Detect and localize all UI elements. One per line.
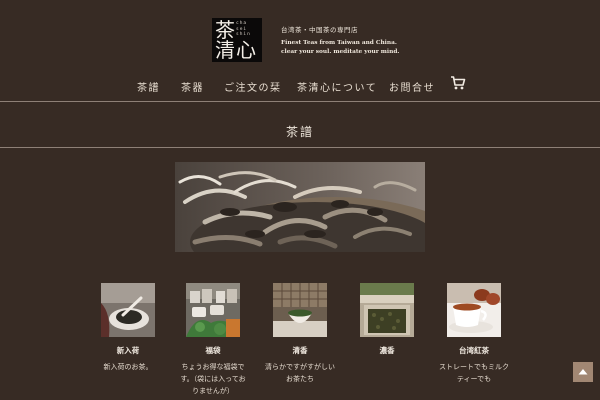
category-rich-fragrance[interactable]: 濃香 xyxy=(357,283,417,356)
tagline-english-line2: clear your soul. meditate your mind. xyxy=(281,49,400,55)
category-thumbnail[interactable] xyxy=(101,283,155,337)
category-thumbnail[interactable] xyxy=(447,283,501,337)
main-nav: 茶譜 茶器 ご注文の栞 茶清心について お問合せ xyxy=(0,79,600,94)
nav-item-contact[interactable]: お問合せ xyxy=(389,79,435,94)
category-desc-line: 新入荷のお茶。 xyxy=(103,363,153,371)
nav-item-tea-menu[interactable]: 茶譜 xyxy=(137,79,160,94)
category-description: ストレートでもミルク ティーでも xyxy=(434,361,514,385)
hero-tea-image xyxy=(175,162,425,252)
category-description: ちょうお得な福袋で す。（袋には入ってお りませんが） xyxy=(169,361,257,397)
category-desc-line: す。（袋には入ってお xyxy=(180,375,246,383)
category-thumbnail[interactable] xyxy=(360,283,414,337)
divider-top xyxy=(0,101,600,102)
logo-kanji-sei: 清 xyxy=(215,38,235,62)
category-desc-line: お茶たち xyxy=(286,375,314,383)
category-taiwan-black-tea[interactable]: 台湾紅茶 ストレートでもミルク ティーでも xyxy=(439,283,509,383)
category-desc-line: りませんが） xyxy=(192,387,234,395)
category-desc-line: ストレートでもミルク xyxy=(439,363,509,371)
category-name: 新入荷 xyxy=(116,346,140,355)
logo-kanji-shin: 心 xyxy=(236,38,256,62)
logo-kanji-cha: 茶 xyxy=(215,18,235,42)
nav-item-order-guide[interactable]: ご注文の栞 xyxy=(224,79,282,94)
site-logo[interactable]: 茶 清 心 cha sei shin xyxy=(212,18,262,62)
category-lucky-bag[interactable]: 福袋 ちょうお得な福袋で す。（袋には入ってお りませんが） xyxy=(180,283,246,395)
category-name: 濃香 xyxy=(379,346,395,355)
category-name: 福袋 xyxy=(205,346,221,355)
logo-romaji: cha sei shin xyxy=(236,21,251,37)
category-name: 清香 xyxy=(292,346,308,355)
tagline-japanese: 台湾茶・中国茶の専門店 xyxy=(281,26,358,34)
category-thumbnail[interactable] xyxy=(186,283,240,337)
category-desc-line: ちょうお得な福袋で xyxy=(181,363,245,371)
arrow-up-icon xyxy=(578,369,588,375)
back-to-top-button[interactable] xyxy=(573,362,593,382)
tagline-english-line1: Finest Teas from Taiwan and China. xyxy=(281,40,397,46)
category-desc-line: 清らかですがすがしい xyxy=(265,363,335,371)
category-light-fragrance[interactable]: 清香 清らかですがすがしい お茶たち xyxy=(265,283,335,383)
page-title: 茶譜 xyxy=(285,125,314,139)
category-thumbnail[interactable] xyxy=(273,283,327,337)
nav-item-about[interactable]: 茶清心について xyxy=(297,79,377,94)
category-desc-line: ティーでも xyxy=(456,375,492,383)
divider-bottom xyxy=(0,147,600,148)
category-description: 清らかですがすがしい お茶たち xyxy=(260,361,340,385)
category-new-arrivals[interactable]: 新入荷 新入荷のお茶。 xyxy=(98,283,158,371)
category-description: 新入荷のお茶。 xyxy=(93,361,163,373)
shopping-cart-icon[interactable] xyxy=(450,75,466,91)
category-name: 台湾紅茶 xyxy=(459,346,489,355)
nav-item-teaware[interactable]: 茶器 xyxy=(181,79,204,94)
